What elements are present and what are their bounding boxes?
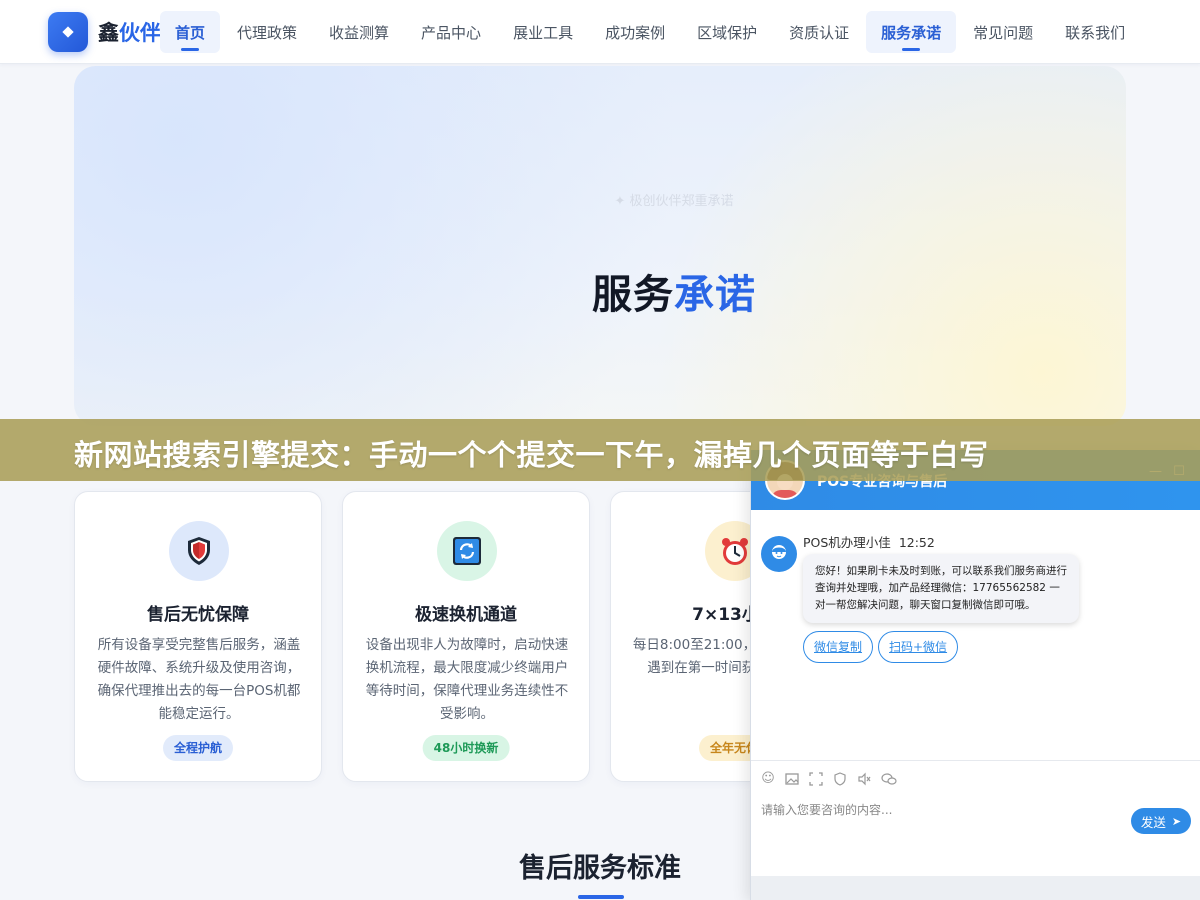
scan-wechat-button[interactable]: 扫码+微信 <box>878 631 959 663</box>
headline-banner: 新网站搜索引擎提交：手动一个个提交一下午，漏掉几个页面等于白写 <box>0 419 1200 481</box>
headline-text: 新网站搜索引擎提交：手动一个个提交一下午，漏掉几个页面等于白写 <box>74 438 989 472</box>
message-time: 12:52 <box>898 535 935 550</box>
hero-banner: ✦ 极创伙伴郑重承诺 服务承诺 <box>74 66 1126 426</box>
agent-name: POS机办理小佳 12:52 <box>803 535 935 550</box>
chat-widget: POS专业咨询与售后 — ☐ POS机办理小佳12:52 您好！如果刷卡未及时到… <box>750 450 1200 900</box>
card-tag: 48小时换新 <box>422 735 510 761</box>
copy-wechat-button[interactable]: 微信复制 <box>803 631 874 663</box>
chat-message-input[interactable] <box>761 800 1121 820</box>
nav-item-certification[interactable]: 资质认证 <box>774 11 864 53</box>
service-card-fast-exchange: 极速换机通道 设备出现非人为故障时，启动快速换机流程，最大限度减少终端用户等待时… <box>342 491 590 782</box>
agent-avatar <box>761 536 797 572</box>
section-title: 售后服务标准 <box>519 853 681 884</box>
voice-icon[interactable] <box>857 772 871 786</box>
nav-item-home[interactable]: 首页 <box>160 11 221 53</box>
send-button[interactable]: 发送 ➤ <box>1131 808 1191 834</box>
nav-item-region-protection[interactable]: 区域保护 <box>682 11 772 53</box>
message-bubble: 您好！如果刷卡未及时到账，可以联系我们服务商进行查询并处理哦，加产品经理微信：1… <box>803 554 1079 623</box>
wechat-icon[interactable] <box>881 772 897 786</box>
chat-footer <box>751 876 1200 900</box>
send-icon: ➤ <box>1171 814 1182 828</box>
nav-item-products[interactable]: 产品中心 <box>406 11 496 53</box>
nav-item-faq[interactable]: 常见问题 <box>958 11 1048 53</box>
logo[interactable]: 鑫伙伴 <box>48 12 161 52</box>
card-description: 设备出现非人为故障时，启动快速换机流程，最大限度减少终端用户等待时间，保障代理业… <box>365 637 569 722</box>
nav-item-earnings-calc[interactable]: 收益测算 <box>314 11 404 53</box>
emoji-icon[interactable]: ☺ <box>761 772 775 786</box>
hero-badge: ✦ 极创伙伴郑重承诺 <box>614 194 734 209</box>
chat-toolbar: ☺ <box>751 760 1200 796</box>
nav-item-service-promise[interactable]: 服务承诺 <box>866 11 957 53</box>
main-nav: 首页 代理政策 收益测算 产品中心 展业工具 成功案例 区域保护 资质认证 服务… <box>160 11 1142 53</box>
service-card-after-sales: 售后无忧保障 所有设备享受完整售后服务，涵盖硬件故障、系统升级及使用咨询，确保代… <box>74 491 322 782</box>
logo-icon <box>48 12 88 52</box>
page-title: 服务承诺 <box>592 272 756 318</box>
nav-item-contact[interactable]: 联系我们 <box>1050 11 1140 53</box>
shield-icon <box>169 521 229 581</box>
card-description: 所有设备享受完整售后服务，涵盖硬件故障、系统升级及使用咨询，确保代理推出去的每一… <box>97 637 301 722</box>
card-title: 售后无忧保障 <box>147 605 249 625</box>
nav-item-agent-policy[interactable]: 代理政策 <box>222 11 312 53</box>
section-underline <box>578 895 624 899</box>
card-title: 极速换机通道 <box>415 605 517 625</box>
nav-item-cases[interactable]: 成功案例 <box>590 11 680 53</box>
rating-icon[interactable] <box>833 772 847 786</box>
brand-name: 鑫伙伴 <box>98 21 161 45</box>
refresh-icon <box>437 521 497 581</box>
nav-item-tools[interactable]: 展业工具 <box>498 11 588 53</box>
image-icon[interactable] <box>785 772 799 786</box>
screenshot-icon[interactable] <box>809 772 823 786</box>
card-tag: 全程护航 <box>162 735 234 761</box>
top-nav: 鑫伙伴 首页 代理政策 收益测算 产品中心 展业工具 成功案例 区域保护 资质认… <box>0 0 1200 64</box>
